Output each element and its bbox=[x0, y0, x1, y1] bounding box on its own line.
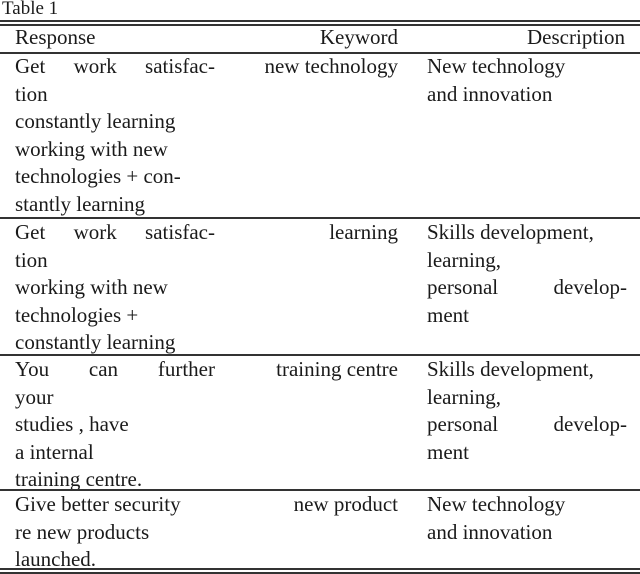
response-word: re new products bbox=[15, 519, 150, 544]
response-word: work bbox=[73, 220, 117, 244]
response-word: satisfac- bbox=[145, 54, 215, 78]
description-line: Skills development, bbox=[427, 219, 627, 247]
header-description: Description bbox=[527, 25, 625, 49]
description-word: ment bbox=[427, 302, 469, 327]
description-word: learning, bbox=[427, 247, 502, 272]
description-line: learning, bbox=[427, 247, 627, 275]
response-cell: You can further your studies , have a interna… bbox=[15, 356, 215, 494]
response-word: your bbox=[15, 384, 54, 409]
description-cell: Skills development, learning, personal deve… bbox=[427, 219, 627, 329]
response-line: tion bbox=[15, 81, 215, 109]
response-line: Get work satisfac- bbox=[15, 219, 215, 247]
response-line: studies , have bbox=[15, 411, 215, 439]
description-line: ment bbox=[427, 439, 627, 467]
description-line: and innovation bbox=[427, 519, 627, 547]
description-line: personal develop- bbox=[427, 274, 627, 302]
response-cell: Get work satisfac-tion constantly learning w… bbox=[15, 53, 215, 219]
response-word: constantly learning bbox=[15, 109, 176, 134]
response-word: training centre. bbox=[15, 467, 143, 492]
response-line: re new products bbox=[15, 519, 215, 547]
description-cell: Skills development, learning, personal deve… bbox=[427, 356, 627, 466]
response-word: You bbox=[15, 357, 50, 381]
response-line: a internal bbox=[15, 439, 215, 467]
description-line: personal develop- bbox=[427, 411, 627, 439]
response-word: technologies + bbox=[15, 302, 139, 327]
bottom-rule-inner bbox=[0, 568, 640, 570]
description-cell: New technology and innovation bbox=[427, 491, 627, 546]
response-line: technologies + bbox=[15, 302, 215, 330]
description-word: New technology bbox=[427, 54, 566, 78]
table-caption: Table 1 bbox=[2, 0, 59, 19]
description-word: develop- bbox=[553, 412, 627, 437]
keyword-cell: learning bbox=[329, 220, 398, 244]
description-word: personal bbox=[427, 275, 499, 300]
header-keyword: Keyword bbox=[319, 25, 398, 49]
keyword-cell: new product bbox=[293, 492, 398, 516]
description-line: Skills development, bbox=[427, 356, 627, 384]
response-word: tion bbox=[15, 81, 48, 106]
response-cell: Get work satisfac-tion working with new tech… bbox=[15, 219, 215, 357]
response-word: satisfac- bbox=[145, 220, 215, 244]
response-word: working with new bbox=[15, 136, 168, 161]
response-line: working with new bbox=[15, 274, 215, 302]
description-word: and innovation bbox=[427, 81, 553, 106]
response-word: Get bbox=[15, 220, 46, 244]
description-line: New technology bbox=[427, 53, 627, 81]
response-word: further bbox=[157, 357, 215, 381]
table-page: Table 1 Response Keyword Description Get… bbox=[0, 0, 640, 574]
description-word: and innovation bbox=[427, 519, 553, 544]
response-line: working with new bbox=[15, 136, 215, 164]
response-word: work bbox=[73, 54, 117, 78]
top-rule-outer bbox=[0, 20, 640, 22]
response-word: technologies + con- bbox=[15, 164, 181, 189]
description-cell: New technology and innovation bbox=[427, 53, 627, 108]
description-line: ment bbox=[427, 302, 627, 330]
response-line: your bbox=[15, 384, 215, 412]
response-word: studies , have bbox=[15, 412, 129, 437]
description-line: New technology bbox=[427, 491, 627, 519]
response-word: a internal bbox=[15, 439, 94, 464]
response-word: Get bbox=[15, 54, 46, 78]
response-line: constantly learning bbox=[15, 329, 215, 357]
header-response: Response bbox=[15, 25, 96, 49]
response-line: constantly learning bbox=[15, 108, 215, 136]
description-word: New technology bbox=[427, 492, 566, 516]
description-line: learning, bbox=[427, 384, 627, 412]
description-word: Skills development, bbox=[427, 220, 594, 244]
response-word: working with new bbox=[15, 275, 168, 300]
response-line: technologies + con- bbox=[15, 163, 215, 191]
response-word: Give better security bbox=[15, 492, 181, 516]
response-cell: Give better security re new products launc… bbox=[15, 491, 215, 574]
response-word: stantly learning bbox=[15, 191, 146, 216]
response-line: stantly learning bbox=[15, 191, 215, 219]
description-word: Skills development, bbox=[427, 357, 594, 381]
description-word: learning, bbox=[427, 384, 502, 409]
response-line: tion bbox=[15, 247, 215, 275]
response-word: tion bbox=[15, 247, 48, 272]
response-word: constantly learning bbox=[15, 330, 176, 355]
keyword-cell: training centre bbox=[276, 357, 398, 381]
response-line: You can further bbox=[15, 356, 215, 384]
response-line: Get work satisfac- bbox=[15, 53, 215, 81]
response-line: Give better security bbox=[15, 491, 215, 519]
description-word: personal bbox=[427, 412, 499, 437]
description-word: develop- bbox=[553, 275, 627, 300]
description-line: and innovation bbox=[427, 81, 627, 109]
description-word: ment bbox=[427, 439, 469, 464]
keyword-cell: new technology bbox=[264, 54, 398, 78]
response-word: can bbox=[88, 357, 119, 381]
